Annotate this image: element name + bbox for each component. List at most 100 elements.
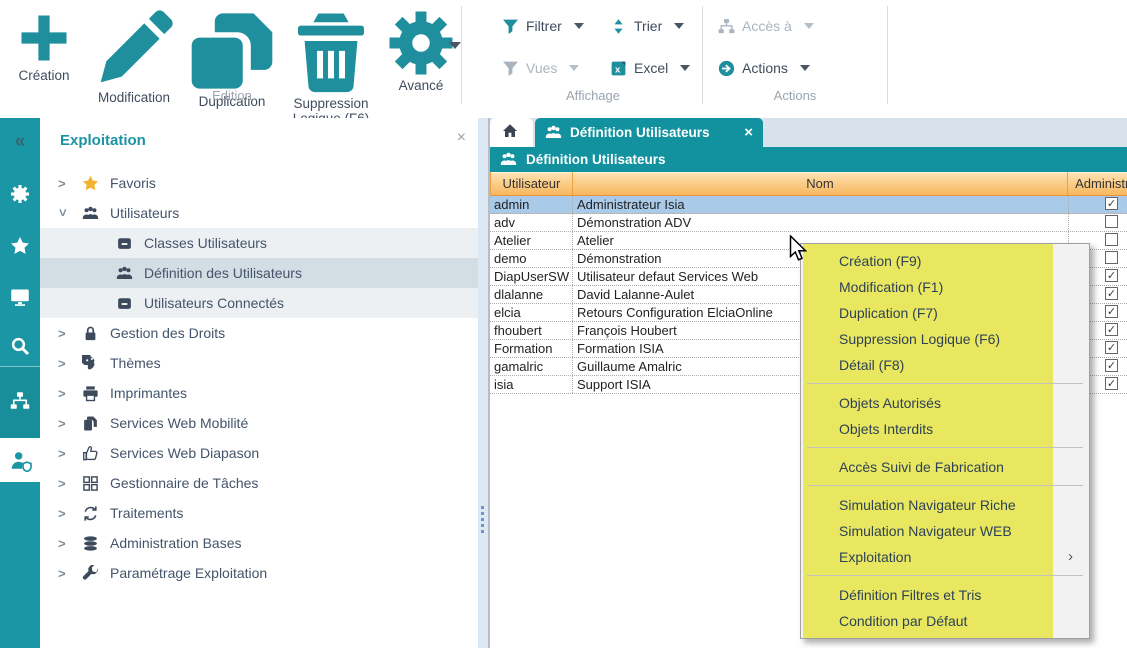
excel-button[interactable]: x Excel <box>610 57 690 79</box>
nav-item-classes-utilisateurs[interactable]: Classes Utilisateurs <box>40 228 478 258</box>
tab-close-icon[interactable]: × <box>744 126 753 140</box>
cell-utilisateur[interactable]: isia <box>490 376 572 393</box>
nav-item-imprimantes[interactable]: >Imprimantes <box>40 378 478 408</box>
checkbox-unchecked[interactable] <box>1105 251 1118 264</box>
chevron-right-icon[interactable]: > <box>58 536 70 551</box>
cell-utilisateur[interactable]: admin <box>490 196 572 213</box>
rail-hierarchy-button[interactable] <box>0 381 40 421</box>
cell-utilisateur[interactable]: gamalric <box>490 358 572 375</box>
chevron-right-icon[interactable]: > <box>58 386 70 401</box>
table-row-adv[interactable]: advDémonstration ADV <box>490 214 1127 232</box>
collapse-sidebar-button[interactable]: « <box>0 122 40 162</box>
nav-item-d-finition-des-utilisateurs[interactable]: Définition des Utilisateurs <box>40 258 478 288</box>
chevron-right-icon[interactable]: > <box>58 176 70 191</box>
modification-button[interactable]: Modification <box>93 8 175 105</box>
nav-item-param-trage-exploitation[interactable]: >Paramétrage Exploitation <box>40 558 478 588</box>
users-icon <box>500 151 517 168</box>
nav-item-favoris[interactable]: >Favoris <box>40 168 478 198</box>
checkbox-checked[interactable]: ✓ <box>1105 305 1118 318</box>
menu-item-suppression-logique-f6-[interactable]: Suppression Logique (F6) <box>807 326 1083 352</box>
nav-item-traitements[interactable]: >Traitements <box>40 498 478 528</box>
nav-item-services-web-diapason[interactable]: >Services Web Diapason <box>40 438 478 468</box>
menu-item-objets-autoris-s[interactable]: Objets Autorisés <box>807 390 1083 416</box>
nav-item-th-mes[interactable]: >Thèmes <box>40 348 478 378</box>
creation-button[interactable]: Création <box>14 8 74 83</box>
tab-home[interactable] <box>490 118 533 147</box>
filtrer-caret[interactable] <box>574 23 584 29</box>
nav-item-utilisateurs-connect-s[interactable]: Utilisateurs Connectés <box>40 288 478 318</box>
cell-nom[interactable]: Administrateur Isia <box>572 196 1068 213</box>
group-separator <box>887 6 888 104</box>
chevron-right-icon[interactable]: > <box>58 506 70 521</box>
checkbox-checked[interactable]: ✓ <box>1105 323 1118 336</box>
rail-search-button[interactable] <box>0 326 40 366</box>
nav-panel-close-icon[interactable]: × <box>457 130 466 146</box>
menu-item-simulation-navigateur-riche[interactable]: Simulation Navigateur Riche <box>807 492 1083 518</box>
cell-utilisateur[interactable]: demo <box>490 250 572 267</box>
view-header-title: Définition Utilisateurs <box>526 152 666 167</box>
nav-item-gestionnaire-de-t-ches[interactable]: >Gestionnaire de Tâches <box>40 468 478 498</box>
chevron-right-icon[interactable]: > <box>58 476 70 491</box>
chevron-right-icon[interactable]: > <box>58 566 70 581</box>
menu-item-condition-par-d-faut[interactable]: Condition par Défaut <box>807 608 1083 634</box>
nav-item-administration-bases[interactable]: >Administration Bases <box>40 528 478 558</box>
avance-button[interactable]: Avancé <box>386 8 456 93</box>
checkbox-checked[interactable]: ✓ <box>1105 287 1118 300</box>
view-header-bar: Définition Utilisateurs <box>490 147 1127 172</box>
menu-item-d-tail-f8-[interactable]: Détail (F8) <box>807 352 1083 378</box>
menu-item-exploitation[interactable]: Exploitation› <box>807 544 1083 570</box>
splitter-grip[interactable] <box>481 506 485 533</box>
cell-utilisateur[interactable]: adv <box>490 214 572 231</box>
actions-button[interactable]: Actions <box>718 57 810 79</box>
suppression-logique-button[interactable]: Suppression Logique (F6) <box>287 8 375 126</box>
checkbox-checked[interactable]: ✓ <box>1105 269 1118 282</box>
checkbox-checked[interactable]: ✓ <box>1105 197 1118 210</box>
trier-button[interactable]: Trier <box>610 15 684 37</box>
rail-settings-button[interactable] <box>0 174 40 214</box>
lock-icon <box>82 325 99 342</box>
pencil-icon <box>93 8 175 90</box>
menu-item-objets-interdits[interactable]: Objets Interdits <box>807 416 1083 442</box>
menu-item-acc-s-suivi-de-fabrication[interactable]: Accès Suivi de Fabrication <box>807 454 1083 480</box>
cell-nom[interactable]: Démonstration ADV <box>572 214 1068 231</box>
cell-utilisateur[interactable]: DiapUserSW <box>490 268 572 285</box>
checkbox-unchecked[interactable] <box>1105 215 1118 228</box>
rail-users-security-button-active[interactable] <box>0 438 40 482</box>
column-header-utilisateur[interactable]: Utilisateur <box>491 172 573 195</box>
chevron-right-icon[interactable]: > <box>58 356 70 371</box>
filtrer-button[interactable]: Filtrer <box>502 15 584 37</box>
table-row-admin[interactable]: adminAdministrateur Isia ✓ <box>490 196 1127 214</box>
menu-item-d-finition-filtres-et-tris[interactable]: Définition Filtres et Tris <box>807 582 1083 608</box>
column-header-nom[interactable]: Nom <box>573 172 1068 195</box>
chevron-right-icon[interactable]: > <box>58 326 70 341</box>
chevron-down-icon[interactable]: > <box>55 208 70 220</box>
chevron-right-icon[interactable]: > <box>58 446 70 461</box>
menu-item-cr-ation-f9-[interactable]: Création (F9) <box>807 248 1083 274</box>
nav-item-utilisateurs[interactable]: >Utilisateurs <box>40 198 478 228</box>
checkbox-checked[interactable]: ✓ <box>1105 377 1118 390</box>
menu-item-duplication-f7-[interactable]: Duplication (F7) <box>807 300 1083 326</box>
cell-utilisateur[interactable]: Formation <box>490 340 572 357</box>
cell-utilisateur[interactable]: elcia <box>490 304 572 321</box>
cell-utilisateur[interactable]: Atelier <box>490 232 572 249</box>
checkbox-checked[interactable]: ✓ <box>1105 359 1118 372</box>
checkbox-unchecked[interactable] <box>1105 233 1118 246</box>
duplicate-icon <box>189 8 275 94</box>
rail-monitor-button[interactable] <box>0 277 40 317</box>
nav-item-services-web-mobilit-[interactable]: >Services Web Mobilité <box>40 408 478 438</box>
cell-utilisateur[interactable]: fhoubert <box>490 322 572 339</box>
avance-dropdown-caret[interactable] <box>449 42 461 49</box>
column-header-administrateur[interactable]: Administrateur <box>1068 172 1127 195</box>
tab-definition-utilisateurs[interactable]: Définition Utilisateurs × <box>535 118 763 147</box>
nav-item-gestion-des-droits[interactable]: >Gestion des Droits <box>40 318 478 348</box>
actions-caret[interactable] <box>800 65 810 71</box>
excel-caret[interactable] <box>680 65 690 71</box>
menu-item-modification-f1-[interactable]: Modification (F1) <box>807 274 1083 300</box>
trier-caret[interactable] <box>674 23 684 29</box>
cell-utilisateur[interactable]: dlalanne <box>490 286 572 303</box>
chevron-right-icon[interactable]: > <box>58 416 70 431</box>
panel-splitter[interactable] <box>478 118 488 648</box>
menu-item-simulation-navigateur-web[interactable]: Simulation Navigateur WEB <box>807 518 1083 544</box>
checkbox-checked[interactable]: ✓ <box>1105 341 1118 354</box>
rail-favorites-button[interactable] <box>0 226 40 266</box>
